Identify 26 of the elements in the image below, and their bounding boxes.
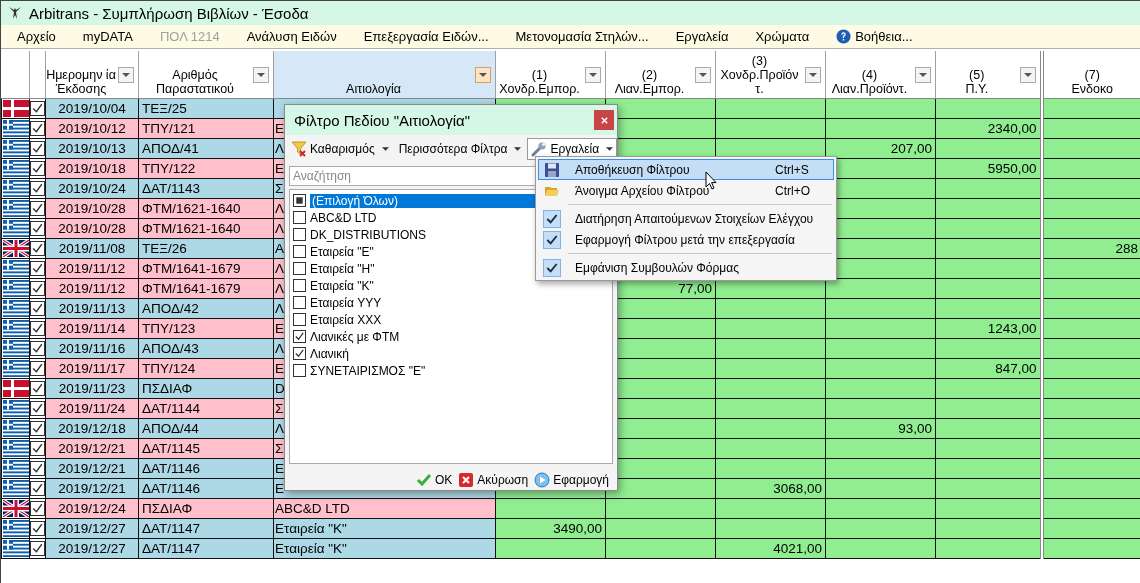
column-title: (1) Χονδρ.Εμπορ.	[499, 68, 580, 96]
column-title: Αριθμός Παραστατικού	[156, 68, 234, 96]
column-title: (5) Π.Υ.	[965, 68, 989, 96]
menu-item[interactable]: Εμφάνιση Συμβουλών Φόρμας	[538, 257, 834, 278]
column-title: Ημερομην ία Έκδοσης	[46, 68, 116, 96]
menu-item[interactable]: Αρχείο	[9, 29, 64, 44]
table-cell: 288	[1041, 238, 1140, 259]
menu-item[interactable]: Διατήρηση Απαιτούμενων Στοιχείων Ελέγχου	[538, 208, 834, 229]
window-title: Arbitrans - Συμπλήρωση Βιβλίων - Έσοδα	[29, 4, 309, 22]
column-title: (7) Ενδοκο	[1071, 68, 1113, 96]
menu-item[interactable]: Μετονομασία Στηλών...	[507, 29, 657, 44]
dialog-button[interactable]: Εφαρμογή	[534, 472, 609, 488]
column-title: Αιτιολογία	[346, 82, 401, 96]
menu-item[interactable]: Επεξεργασία Ειδών...	[355, 29, 497, 44]
column-title: (2) Λιαν.Εμπορ.	[614, 68, 685, 96]
menu-item[interactable]: Εργαλεία	[667, 29, 737, 44]
menu-item[interactable]: Ανάλυση Ειδών	[238, 29, 345, 44]
toolbar-button[interactable]: Καθαρισμός	[287, 137, 393, 160]
menu-item[interactable]: Αποθήκευση Φίλτρου Ctrl+S	[538, 159, 834, 180]
menu-item[interactable]: Βοήθεια...	[828, 29, 921, 44]
toolbar-button[interactable]: Εργαλεία	[527, 137, 618, 160]
menu-item[interactable]: Εφαρμογή Φίλτρου μετά την επεξεργασία	[538, 229, 834, 250]
column-title: (3) Χονδρ.Προϊόν τ.	[720, 54, 799, 96]
column-title: (4) Λιαν.Προϊόντ.	[831, 68, 908, 96]
menu-item[interactable]: Χρώματα	[747, 29, 818, 44]
menu-item[interactable]: myDATA	[74, 29, 141, 44]
